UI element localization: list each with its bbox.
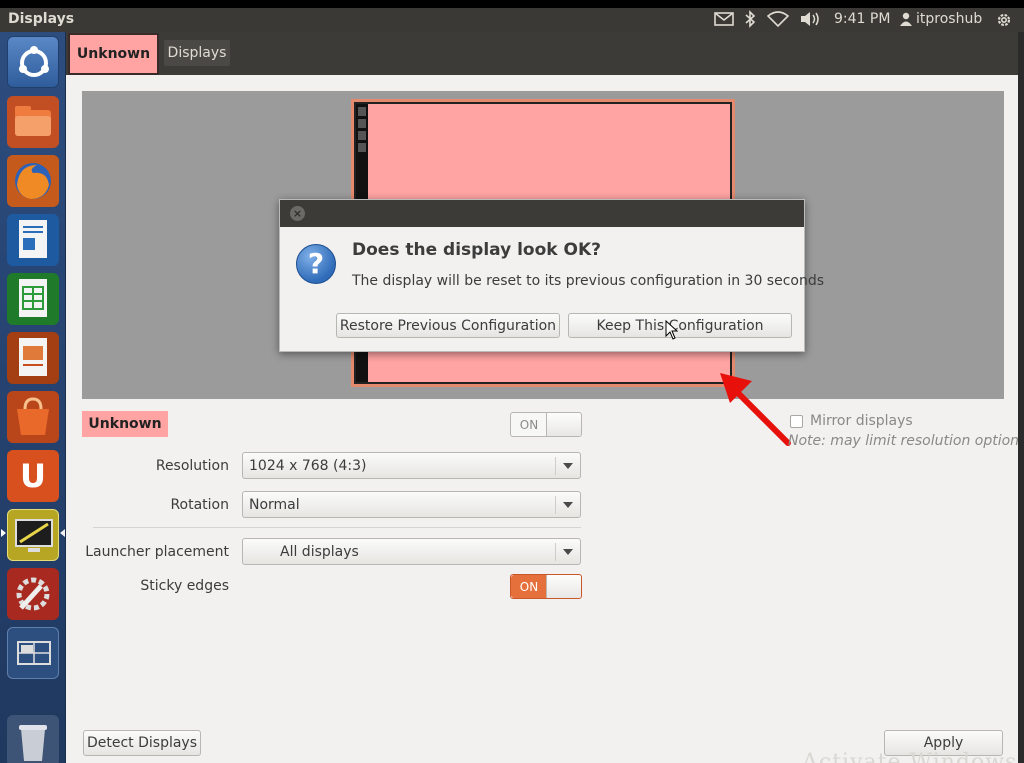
workspace-switcher-button[interactable] xyxy=(7,627,59,679)
resolution-value: 1024 x 768 (4:3) xyxy=(249,458,367,474)
tab-unknown[interactable]: Unknown xyxy=(68,33,159,75)
gear-icon[interactable] xyxy=(995,11,1013,33)
divider xyxy=(93,527,581,528)
mouse-cursor-icon xyxy=(665,320,679,340)
ubuntu-one-icon: U xyxy=(20,457,46,495)
keep-configuration-button[interactable]: Keep This Configuration xyxy=(568,313,792,338)
user-icon xyxy=(900,12,912,30)
files-button[interactable] xyxy=(7,96,59,148)
trash-button[interactable] xyxy=(7,715,59,763)
rotation-dropdown[interactable]: Normal xyxy=(242,491,581,518)
chevron-down-icon xyxy=(563,463,573,469)
focus-indicator xyxy=(60,529,65,537)
impress-icon xyxy=(19,338,47,376)
launcher-placement-value: All displays xyxy=(280,544,359,560)
user-name[interactable]: itproshub xyxy=(916,11,982,27)
clock[interactable]: 9:41 PM xyxy=(834,11,890,27)
resolution-label: Resolution xyxy=(155,458,229,474)
displays-icon xyxy=(15,519,53,552)
display-power-switch[interactable]: ON xyxy=(510,412,582,437)
dialog-titlebar: × xyxy=(280,200,804,227)
dialog-heading: Does the display look OK? xyxy=(352,240,601,260)
bluetooth-icon[interactable] xyxy=(744,10,756,32)
trash-icon xyxy=(19,725,47,761)
ubuntu-one-button[interactable]: U xyxy=(7,450,59,502)
workspace-switcher-icon xyxy=(17,641,51,665)
selected-display-label: Unknown xyxy=(82,411,168,437)
screen-edge xyxy=(1018,32,1024,763)
restore-previous-button[interactable]: Restore Previous Configuration xyxy=(336,313,560,338)
software-center-button[interactable] xyxy=(7,391,59,443)
firefox-icon xyxy=(15,163,51,199)
mirror-note: Note: may limit resolution options xyxy=(788,433,1024,449)
displays-button[interactable] xyxy=(7,509,59,561)
firefox-button[interactable] xyxy=(7,155,59,207)
detect-displays-button[interactable]: Detect Displays xyxy=(83,730,201,756)
dropdown-separator xyxy=(555,496,556,514)
chevron-down-icon xyxy=(563,549,573,555)
files-icon xyxy=(15,106,51,136)
impress-button[interactable] xyxy=(7,332,59,384)
active-indicator xyxy=(1,529,6,537)
launcher: U xyxy=(0,32,66,763)
dropdown-separator xyxy=(555,543,556,561)
sticky-switch-state: ON xyxy=(511,575,547,598)
app-title: Displays xyxy=(8,11,75,27)
chevron-down-icon xyxy=(563,502,573,508)
system-settings-button[interactable] xyxy=(7,568,59,620)
sticky-edges-label: Sticky edges xyxy=(140,578,229,594)
question-icon: ? xyxy=(296,244,336,284)
launcher-placement-label: Launcher placement xyxy=(85,544,229,560)
calc-icon xyxy=(19,279,47,317)
display-switch-state: ON xyxy=(519,417,539,432)
calc-button[interactable] xyxy=(7,273,59,325)
top-panel: Displays 9:41 PM itproshub xyxy=(0,8,1024,32)
mirror-displays-label: Mirror displays xyxy=(810,413,913,429)
launcher-placement-dropdown[interactable]: All displays xyxy=(242,538,581,565)
mirror-displays-checkbox[interactable] xyxy=(790,415,803,428)
sticky-edges-switch[interactable]: ON xyxy=(510,574,582,599)
dash-icon xyxy=(19,46,49,77)
volume-icon[interactable] xyxy=(799,11,821,31)
resolution-dropdown[interactable]: 1024 x 768 (4:3) xyxy=(242,452,581,479)
rotation-value: Normal xyxy=(249,497,300,513)
switch-knob xyxy=(546,413,581,436)
close-icon[interactable]: × xyxy=(290,206,305,221)
window-toolbar: Unknown Displays xyxy=(66,32,1024,75)
wifi-icon[interactable] xyxy=(766,11,790,31)
activation-watermark: Activate Windows xyxy=(802,750,1018,763)
tab-displays[interactable]: Displays xyxy=(164,40,230,66)
dash-button[interactable] xyxy=(7,36,59,88)
dropdown-separator xyxy=(555,457,556,475)
writer-icon xyxy=(19,220,47,258)
writer-button[interactable] xyxy=(7,214,59,266)
switch-knob xyxy=(546,575,581,598)
mail-icon[interactable] xyxy=(714,12,734,30)
system-settings-icon xyxy=(16,577,50,611)
displays-window: Unknown Displays × ? Does the display lo… xyxy=(66,32,1024,763)
dialog-message: The display will be reset to its previou… xyxy=(352,273,825,289)
rotation-label: Rotation xyxy=(170,497,229,513)
confirm-dialog: × ? Does the display look OK? The displa… xyxy=(279,199,824,352)
red-arrow-annotation xyxy=(716,367,796,451)
software-center-icon xyxy=(17,397,49,435)
